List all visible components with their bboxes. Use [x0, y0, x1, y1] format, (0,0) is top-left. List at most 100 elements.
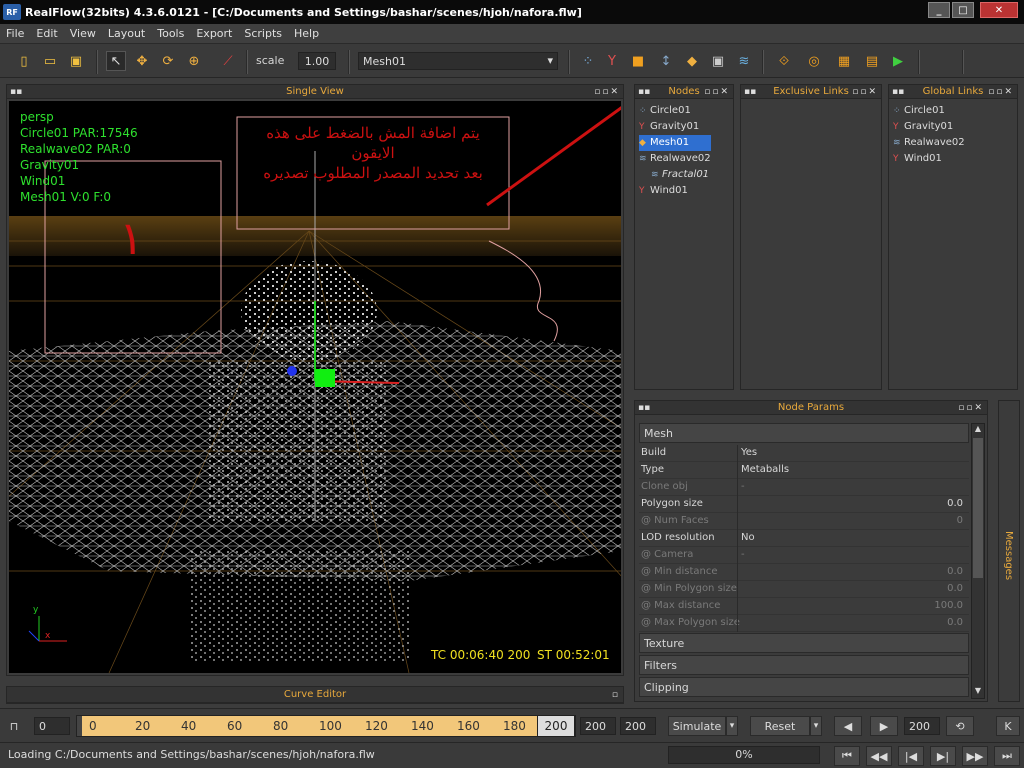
menu-tools[interactable]: Tools	[151, 27, 190, 40]
param-row[interactable]: Polygon size 0.0	[639, 496, 969, 513]
rotate-tool-icon[interactable]: ⟳	[158, 51, 178, 71]
param-row[interactable]: @ Min Polygon size 0.0	[639, 581, 969, 598]
camera-add-icon[interactable]: ▣	[708, 51, 728, 71]
param-value[interactable]: 0.0	[947, 566, 963, 577]
frame-input[interactable]: 200	[904, 717, 940, 735]
global-item-wind01[interactable]: Y Wind01	[893, 151, 965, 167]
scroll-up-icon[interactable]: ▲	[973, 424, 983, 436]
scroll-down-icon[interactable]: ▼	[973, 686, 983, 698]
timeline-max-input[interactable]: 200	[620, 717, 656, 735]
gizmo-center-handle[interactable]	[315, 369, 335, 387]
menu-file[interactable]: File	[0, 27, 30, 40]
global-item-circle01[interactable]: ⁘ Circle01	[893, 103, 965, 119]
pdc-icon[interactable]: ▤	[862, 51, 882, 71]
global-item-realwave02[interactable]: ≋ Realwave02	[893, 135, 965, 151]
param-value[interactable]: 100.0	[934, 600, 963, 611]
menu-layout[interactable]: Layout	[102, 27, 151, 40]
param-row[interactable]: @ Max distance 100.0	[639, 598, 969, 615]
mesh-add-icon[interactable]: ◆	[682, 51, 702, 71]
daemon-add-icon[interactable]: Y	[602, 51, 622, 71]
emitter-add-icon[interactable]: ⁘	[578, 51, 598, 71]
scale-input[interactable]: 1.00	[298, 52, 336, 70]
param-value[interactable]: -	[741, 549, 745, 560]
step-back-icon[interactable]: |◀	[898, 746, 924, 766]
new-file-icon[interactable]: ▯	[14, 51, 34, 71]
menu-help[interactable]: Help	[288, 27, 325, 40]
params-scrollbar[interactable]: ▲ ▼	[971, 423, 985, 699]
scale-tool-icon[interactable]: ⊕	[184, 51, 204, 71]
param-row[interactable]: @ Max Polygon size 0.0	[639, 615, 969, 632]
move-tool-icon[interactable]: ✥	[132, 51, 152, 71]
params-section-texture[interactable]: Texture	[639, 633, 969, 653]
save-file-icon[interactable]: ▣	[66, 51, 86, 71]
maximize-button[interactable]: □	[952, 2, 974, 18]
param-value[interactable]: 0	[957, 515, 963, 526]
keyframe-button[interactable]: K	[996, 716, 1020, 736]
step-back-many-icon[interactable]: ◀◀	[866, 746, 892, 766]
menu-export[interactable]: Export	[190, 27, 238, 40]
tree-item-realwave02[interactable]: ≋ Realwave02	[639, 151, 711, 167]
menu-edit[interactable]: Edit	[30, 27, 63, 40]
tree-item-fractal01[interactable]: ≋ Fractal01	[639, 167, 711, 183]
3d-viewport[interactable]: persp Circle01 PAR:17546 Realwave02 PAR:…	[9, 101, 621, 673]
tree-item-circle01[interactable]: ⁘ Circle01	[639, 103, 711, 119]
object-add-icon[interactable]: ■	[628, 51, 648, 71]
param-value[interactable]: No	[741, 532, 755, 543]
param-row[interactable]: Build Yes	[639, 445, 969, 462]
lock-icon[interactable]: ⊓	[4, 716, 24, 736]
panel-window-controls[interactable]: ▫▫✕	[594, 85, 620, 99]
reset-button[interactable]: Reset	[750, 716, 810, 736]
menu-view[interactable]: View	[64, 27, 102, 40]
timeline-start-input[interactable]: 0	[34, 717, 70, 735]
param-row[interactable]: Type Metaballs	[639, 462, 969, 479]
play-backward-icon[interactable]: ◀	[834, 716, 862, 736]
param-value[interactable]: Metaballs	[741, 464, 789, 475]
loop-icon[interactable]: ⟲	[946, 716, 974, 736]
step-forward-many-icon[interactable]: ▶▶	[962, 746, 988, 766]
params-section-filters[interactable]: Filters	[639, 655, 969, 675]
close-button[interactable]: ✕	[980, 2, 1018, 18]
go-to-end-icon[interactable]: ⏭	[994, 746, 1020, 766]
param-row[interactable]: Clone obj -	[639, 479, 969, 496]
simulate-options-icon[interactable]: ▾	[726, 716, 738, 736]
play-forward-icon[interactable]: ▶	[870, 716, 898, 736]
node-select-dropdown[interactable]: Mesh01 ▾	[358, 52, 558, 70]
realwave-add-icon[interactable]: ≋	[734, 51, 754, 71]
menu-scripts[interactable]: Scripts	[238, 27, 288, 40]
param-value[interactable]: 0.0	[947, 617, 963, 628]
export-central-icon[interactable]: ⟐	[774, 51, 794, 71]
params-section-clipping[interactable]: Clipping	[639, 677, 969, 697]
minimize-button[interactable]: _	[928, 2, 950, 18]
param-row[interactable]: @ Num Faces 0	[639, 513, 969, 530]
params-section-mesh[interactable]: Mesh	[639, 423, 969, 443]
param-value[interactable]: Yes	[741, 447, 757, 458]
link-tool-icon[interactable]: ⟋	[218, 51, 238, 71]
curve-editor-panel[interactable]: Curve Editor ▫	[6, 686, 624, 704]
open-file-icon[interactable]: ▭	[40, 51, 60, 71]
timeline-end-input[interactable]: 200	[580, 717, 616, 735]
timeline-slider[interactable]: 0 20 40 60 80 100 120 140 160 180 200	[76, 715, 576, 737]
cache-age-icon[interactable]: ▦	[834, 51, 854, 71]
tree-item-mesh01[interactable]: ◆ Mesh01	[639, 135, 711, 151]
tree-item-gravity01[interactable]: Y Gravity01	[639, 119, 711, 135]
batch-simulation-icon[interactable]: ◎	[804, 51, 824, 71]
select-tool-icon[interactable]: ↖	[106, 51, 126, 71]
param-row[interactable]: @ Min distance 0.0	[639, 564, 969, 581]
panel-window-controls[interactable]: ▫▫✕	[704, 85, 730, 99]
simulate-button[interactable]: Simulate	[668, 716, 726, 736]
param-value[interactable]: 0.0	[947, 498, 963, 509]
panel-window-controls[interactable]: ▫▫✕	[988, 85, 1014, 99]
panel-window-controls[interactable]: ▫▫✕	[852, 85, 878, 99]
tree-item-wind01[interactable]: Y Wind01	[639, 183, 711, 199]
play-simulation-icon[interactable]: ▶	[888, 51, 908, 71]
global-item-gravity01[interactable]: Y Gravity01	[893, 119, 965, 135]
timeline-current-frame[interactable]: 200	[537, 715, 575, 737]
timeline-playhead[interactable]	[77, 716, 82, 736]
constraint-add-icon[interactable]: ↕	[656, 51, 676, 71]
scroll-thumb[interactable]	[973, 438, 983, 578]
param-row[interactable]: @ Camera -	[639, 547, 969, 564]
param-row[interactable]: LOD resolution No	[639, 530, 969, 547]
messages-panel[interactable]: Messages	[998, 400, 1020, 702]
go-to-start-icon[interactable]: ⏮	[834, 746, 860, 766]
panel-window-controls[interactable]: ▫▫✕	[958, 401, 984, 415]
